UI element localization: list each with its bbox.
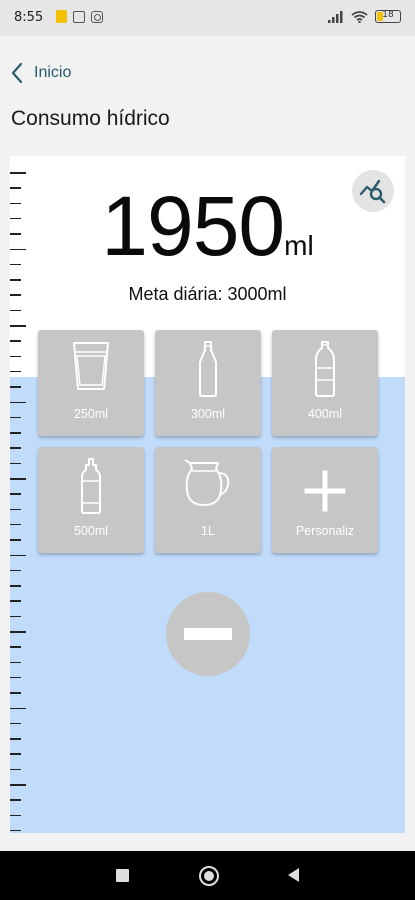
ruler-tick xyxy=(10,554,26,556)
bottle-icon xyxy=(315,341,335,397)
ruler-tick xyxy=(10,768,21,771)
ruler-tick xyxy=(10,340,21,342)
ruler-tick xyxy=(10,692,21,694)
recents-button[interactable] xyxy=(116,869,129,882)
page-title: Consumo hídrico xyxy=(11,107,170,130)
drink-label: 300ml xyxy=(190,407,226,421)
ruler-tick xyxy=(10,600,21,602)
ruler-tick xyxy=(10,172,26,174)
ruler-tick xyxy=(10,722,21,725)
amount-value: 1950 xyxy=(101,179,285,273)
system-nav-bar xyxy=(0,851,415,900)
plus-icon xyxy=(304,470,346,512)
amount-display: 1950ml xyxy=(10,178,405,275)
ruler-tick xyxy=(10,753,21,755)
drink-option-500ml[interactable]: 500ml xyxy=(38,447,144,553)
ruler-tick xyxy=(10,447,21,449)
ruler-tick xyxy=(10,784,26,786)
ruler-tick xyxy=(10,814,21,817)
sports-bottle-icon xyxy=(81,458,101,514)
notification-icon xyxy=(56,10,67,23)
system-icons: 18 xyxy=(328,10,401,23)
ruler-tick xyxy=(10,386,21,388)
drink-label: 1L xyxy=(201,524,215,538)
ruler-tick xyxy=(10,478,26,480)
ruler-tick xyxy=(10,279,21,281)
ruler-tick xyxy=(10,829,21,832)
drink-option-300ml[interactable]: 300ml xyxy=(155,330,261,436)
ruler-tick xyxy=(10,646,21,648)
back-label: Inicio xyxy=(34,64,72,81)
jug-icon xyxy=(184,459,230,506)
notification-icons xyxy=(56,10,103,23)
drink-label: Personaliz xyxy=(295,524,355,538)
status-time: 8:55 xyxy=(14,10,44,25)
ruler-tick xyxy=(10,508,21,511)
ruler-tick xyxy=(10,661,21,664)
ruler-tick xyxy=(10,432,21,434)
chevron-left-icon xyxy=(11,62,23,84)
signal-icon xyxy=(328,10,343,23)
battery-icon: 18 xyxy=(375,10,401,23)
ruler-tick xyxy=(10,523,21,526)
ruler-tick xyxy=(10,355,21,358)
ruler-tick xyxy=(10,738,21,740)
drink-option-custom[interactable]: Personaliz xyxy=(272,447,378,553)
small-bottle-icon xyxy=(199,341,217,397)
ruler-tick xyxy=(10,401,26,403)
daily-goal: Meta diária: 3000ml xyxy=(128,284,287,304)
ruler-tick xyxy=(10,325,26,327)
battery-level: 18 xyxy=(382,10,394,20)
ruler-tick xyxy=(10,585,21,587)
ruler-tick xyxy=(10,707,26,709)
ruler-tick xyxy=(10,416,21,419)
back-button[interactable]: Inicio xyxy=(10,62,71,84)
ruler-tick xyxy=(10,493,21,495)
ruler-tick xyxy=(10,569,21,572)
home-button[interactable] xyxy=(199,866,219,886)
instagram-icon xyxy=(91,10,103,23)
drink-option-250ml[interactable]: 250ml xyxy=(38,330,144,436)
ruler-tick xyxy=(10,615,21,618)
drink-label: 500ml xyxy=(73,524,109,538)
system-back-button[interactable] xyxy=(288,868,299,882)
glass-icon xyxy=(73,342,109,390)
amount-unit: ml xyxy=(284,230,314,261)
screen-icon xyxy=(73,10,85,23)
drink-option-1l[interactable]: 1L xyxy=(155,447,261,553)
ruler-tick xyxy=(10,462,21,465)
minus-icon xyxy=(184,628,232,640)
ruler-tick xyxy=(10,676,21,679)
ruler-tick xyxy=(10,631,26,633)
water-card: 1950ml Meta diária: 3000ml 250ml 300ml 4… xyxy=(10,156,405,833)
drink-label: 400ml xyxy=(307,407,343,421)
wifi-icon xyxy=(351,10,368,23)
drink-option-400ml[interactable]: 400ml xyxy=(272,330,378,436)
drink-label: 250ml xyxy=(73,407,109,421)
remove-drink-button[interactable] xyxy=(166,592,250,676)
status-bar: 8:55 18 xyxy=(0,0,415,36)
ruler-tick xyxy=(10,539,21,541)
ruler-tick xyxy=(10,370,21,373)
ruler-tick xyxy=(10,799,21,801)
ruler-tick xyxy=(10,309,21,312)
